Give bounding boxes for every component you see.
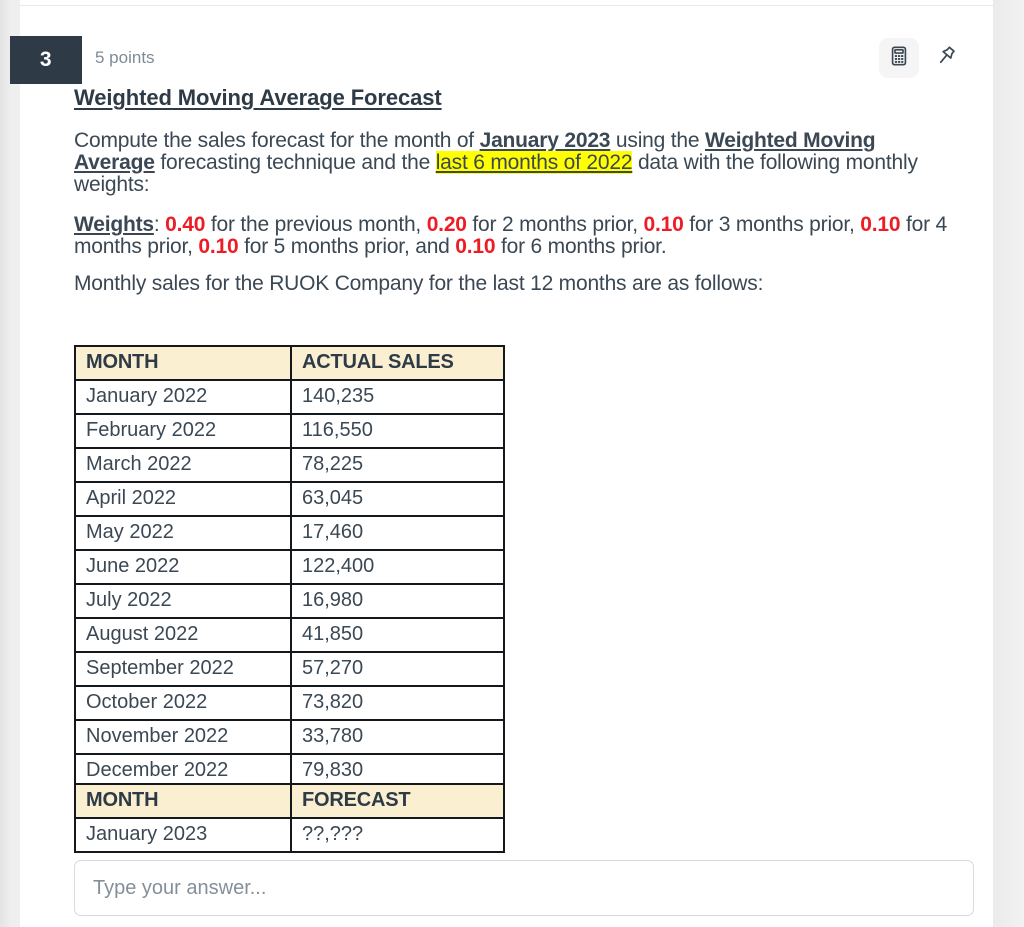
table-row: March 2022 78,225 — [74, 447, 505, 483]
cell-month: September 2022 — [74, 651, 292, 687]
table-row: June 2022 122,400 — [74, 549, 505, 585]
prompt-lead: Compute the sales forecast for the month… — [74, 129, 480, 152]
forecast-table-body: January 2023 ??,??? — [74, 817, 505, 853]
cell-value: 78,225 — [290, 447, 505, 483]
weight-6: 0.10 — [455, 235, 496, 258]
weight-4: 0.10 — [860, 213, 901, 236]
weight-text-6: for 6 months prior. — [495, 235, 667, 258]
calculator-button[interactable] — [879, 38, 919, 78]
weight-5: 0.10 — [198, 235, 239, 258]
cell-month: January 2023 — [74, 817, 292, 853]
table-row: January 2022 140,235 — [74, 379, 505, 415]
question-header: 3 5 points — [0, 36, 993, 84]
right-gutter — [993, 0, 1024, 927]
cell-value: 73,820 — [290, 685, 505, 721]
answer-area — [74, 860, 974, 916]
sales-table-body: January 2022 140,235 February 2022 116,550… — [74, 379, 505, 789]
sales-intro-text: Monthly sales for the RUOK Company for t… — [74, 272, 764, 295]
prompt-mid1: using the — [610, 129, 705, 152]
cell-value: 140,235 — [290, 379, 505, 415]
weights-label: Weights — [74, 213, 154, 236]
weight-2: 0.20 — [426, 213, 467, 236]
weight-text-3: for 3 months prior, — [683, 213, 861, 236]
weight-text-5: for 5 months prior, and — [238, 235, 456, 258]
weights-line: Weights: 0.40 for the previous month, 0.… — [74, 214, 954, 258]
cell-month: April 2022 — [74, 481, 292, 517]
table-row: February 2022 116,550 — [74, 413, 505, 449]
question-title: Weighted Moving Average Forecast — [74, 85, 442, 110]
forecast-table: MONTH FORECAST January 2023 ??,??? — [74, 783, 505, 853]
calculator-icon — [888, 45, 910, 72]
pin-button[interactable] — [929, 41, 963, 75]
question-number-badge: 3 — [10, 36, 82, 84]
table-row: July 2022 16,980 — [74, 583, 505, 619]
sales-header-month: MONTH — [74, 345, 292, 381]
question-body: Weighted Moving Average Forecast Compute… — [74, 86, 974, 318]
forecast-header-month: MONTH — [74, 783, 292, 819]
question-page: 3 5 points Weighted Moving Average Forec… — [0, 0, 1024, 927]
table-header-row: MONTH FORECAST — [74, 783, 505, 819]
table-row: October 2022 73,820 — [74, 685, 505, 721]
table-row: November 2022 33,780 — [74, 719, 505, 755]
cell-month: June 2022 — [74, 549, 292, 585]
cell-value: 63,045 — [290, 481, 505, 517]
cell-month: November 2022 — [74, 719, 292, 755]
cell-forecast-placeholder: ??,??? — [290, 817, 505, 853]
prompt-target-month: January 2023 — [479, 129, 611, 152]
cell-month: February 2022 — [74, 413, 292, 449]
prompt-mid2: forecasting technique and the — [154, 151, 436, 174]
forecast-header-value: FORECAST — [290, 783, 505, 819]
question-prompt: Compute the sales forecast for the month… — [74, 130, 954, 196]
actual-sales-table: MONTH ACTUAL SALES January 2022 140,235 F… — [74, 345, 505, 789]
cell-month: March 2022 — [74, 447, 292, 483]
answer-input[interactable] — [74, 860, 974, 916]
table-header-row: MONTH ACTUAL SALES — [74, 345, 505, 381]
weight-text-2: for 2 months prior, — [466, 213, 644, 236]
table-row: August 2022 41,850 — [74, 617, 505, 653]
cell-month: July 2022 — [74, 583, 292, 619]
cell-value: 41,850 — [290, 617, 505, 653]
table-row: September 2022 57,270 — [74, 651, 505, 687]
table-row: January 2023 ??,??? — [74, 817, 505, 853]
table-row: May 2022 17,460 — [74, 515, 505, 551]
top-divider — [20, 5, 993, 6]
sales-header-value: ACTUAL SALES — [290, 345, 505, 381]
table-row: April 2022 63,045 — [74, 481, 505, 517]
pin-icon — [934, 44, 958, 73]
cell-value: 57,270 — [290, 651, 505, 687]
cell-value: 17,460 — [290, 515, 505, 551]
weights-colon: : — [153, 213, 166, 236]
header-icon-group — [879, 38, 963, 78]
cell-month: May 2022 — [74, 515, 292, 551]
question-points: 5 points — [95, 48, 155, 67]
weight-3: 0.10 — [643, 213, 684, 236]
cell-month: January 2022 — [74, 379, 292, 415]
left-gutter — [0, 0, 10, 927]
cell-month: October 2022 — [74, 685, 292, 721]
weight-1: 0.40 — [165, 213, 206, 236]
cell-value: 16,980 — [290, 583, 505, 619]
cell-month: August 2022 — [74, 617, 292, 653]
cell-value: 33,780 — [290, 719, 505, 755]
cell-value: 122,400 — [290, 549, 505, 585]
weight-text-1: for the previous month, — [205, 213, 427, 236]
prompt-highlight: last 6 months of 2022 — [435, 151, 633, 174]
cell-value: 116,550 — [290, 413, 505, 449]
